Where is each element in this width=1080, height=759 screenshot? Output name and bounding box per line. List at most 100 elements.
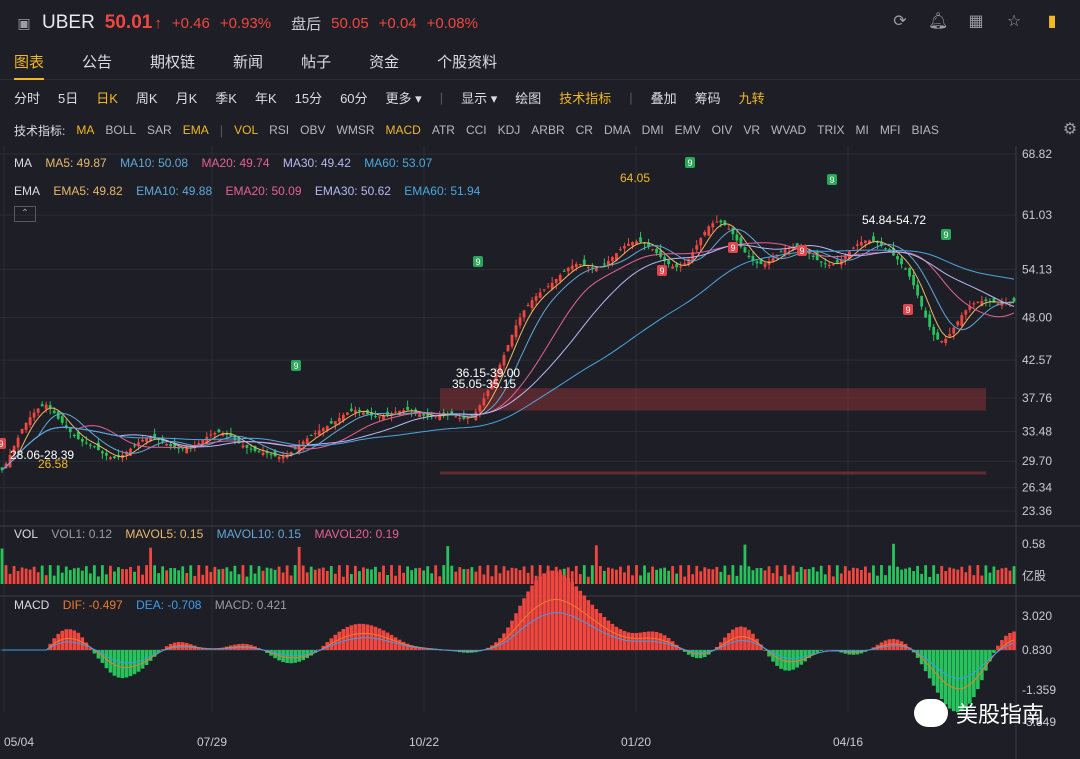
indicator-vol[interactable]: VOL: [234, 123, 258, 137]
tab-chart[interactable]: 图表: [14, 46, 45, 80]
volume-bar: [703, 567, 707, 584]
period-60min[interactable]: 60分: [340, 88, 367, 107]
period-quarterly[interactable]: 季K: [215, 88, 237, 107]
volume-bar: [679, 565, 683, 584]
grid-icon[interactable]: ▦: [966, 12, 986, 32]
indicator-macd[interactable]: MACD: [386, 123, 421, 137]
ma10-value: MA10: 50.08: [120, 156, 189, 170]
indicator-bias[interactable]: BIAS: [911, 123, 938, 137]
volume-bar: [847, 570, 851, 584]
star-icon[interactable]: ☆: [1004, 12, 1024, 32]
technical-indicators[interactable]: 技术指标: [559, 88, 611, 107]
indicator-ema[interactable]: EMA: [183, 123, 209, 137]
indicator-cr[interactable]: CR: [576, 123, 593, 137]
volume-bar: [619, 566, 622, 584]
collapse-legend-button[interactable]: ⌃: [14, 206, 36, 222]
refresh-icon[interactable]: ⟳: [890, 12, 910, 32]
candle-body: [141, 440, 144, 442]
tab-profile[interactable]: 个股资料: [437, 46, 497, 80]
panel-toggle-icon[interactable]: ▮: [1042, 12, 1062, 32]
td-sequential-label: 9: [293, 361, 298, 371]
candle-body: [245, 444, 249, 448]
candle-body: [60, 416, 64, 423]
volume-bar: [996, 569, 1000, 584]
indicator-boll[interactable]: BOLL: [105, 123, 136, 137]
volume-bar: [333, 573, 337, 584]
volume-bar: [928, 576, 932, 584]
tab-funds[interactable]: 资金: [369, 46, 399, 80]
candle-body: [763, 263, 767, 267]
candlestick-chart[interactable]: 68.82 61.03 54.13 48.00 42.57 37.76 33.48 29.70…: [0, 146, 1080, 759]
volume-bar: [598, 566, 602, 584]
indicator-dma[interactable]: DMA: [604, 123, 631, 137]
indicator-kdj[interactable]: KDJ: [498, 123, 521, 137]
period-yearly[interactable]: 年K: [255, 88, 277, 107]
td-sequential-tool[interactable]: 九转: [739, 88, 765, 107]
volume-bar: [522, 566, 526, 584]
indicator-emv[interactable]: EMV: [675, 123, 701, 137]
volume-bar: [695, 565, 699, 584]
draw-tool[interactable]: 绘图: [515, 88, 541, 107]
display-menu[interactable]: 显示 ▾: [461, 88, 497, 107]
bell-icon[interactable]: 🔔︎: [928, 12, 948, 32]
indicator-wvad[interactable]: WVAD: [771, 123, 806, 137]
period-weekly[interactable]: 周K: [136, 88, 158, 107]
candle-body: [619, 249, 622, 251]
indicator-dmi[interactable]: DMI: [642, 123, 664, 137]
indicator-obv[interactable]: OBV: [300, 123, 325, 137]
candle-body: [337, 418, 341, 422]
candle-body: [855, 244, 859, 246]
candle-body: [719, 220, 723, 223]
period-daily[interactable]: 日K: [96, 88, 118, 107]
indicator-trix[interactable]: TRIX: [817, 123, 844, 137]
overlay-tool[interactable]: 叠加: [651, 88, 677, 107]
price-tick-label: 54.13: [1022, 262, 1052, 276]
volume-bar: [831, 576, 835, 584]
indicator-arbr[interactable]: ARBR: [531, 123, 564, 137]
settings-icon[interactable]: ⚙: [1060, 120, 1080, 140]
candle-body: [28, 417, 32, 425]
volume-bar: [273, 569, 277, 584]
td-sequential-label: 9: [475, 257, 480, 267]
macd-histogram-bar: [747, 629, 751, 650]
volume-bar: [117, 567, 120, 584]
indicator-rsi[interactable]: RSI: [269, 123, 289, 137]
indicator-wmsr[interactable]: WMSR: [337, 123, 375, 137]
indicator-oiv[interactable]: OIV: [712, 123, 733, 137]
tab-posts[interactable]: 帖子: [301, 46, 331, 80]
chips-tool[interactable]: 筹码: [695, 88, 721, 107]
volume-bar: [623, 572, 626, 584]
candle-body: [639, 237, 642, 243]
candle-body: [466, 418, 470, 420]
period-more[interactable]: 更多 ▾: [386, 88, 422, 107]
indicator-atr[interactable]: ATR: [432, 123, 455, 137]
volume-bar: [430, 573, 434, 584]
tab-options-chain[interactable]: 期权链: [150, 46, 195, 80]
indicator-mi[interactable]: MI: [855, 123, 868, 137]
candle-body: [506, 344, 510, 352]
volume-bar: [1004, 567, 1008, 584]
period-monthly[interactable]: 月K: [176, 88, 198, 107]
candle-body: [353, 410, 357, 413]
macd-histogram-bar: [60, 630, 65, 650]
period-5day[interactable]: 5日: [58, 88, 78, 107]
volume-bar: [173, 568, 177, 584]
volume-bar: [635, 565, 638, 584]
indicator-ma[interactable]: MA: [76, 123, 94, 137]
macd-histogram-bar: [510, 620, 514, 650]
tab-news[interactable]: 新闻: [233, 46, 263, 80]
layout-icon[interactable]: ▣: [14, 13, 34, 33]
volume-bar: [141, 574, 144, 584]
candle-body: [137, 442, 140, 445]
indicator-cci[interactable]: CCI: [466, 123, 487, 137]
volume-bar: [502, 566, 506, 584]
period-intraday[interactable]: 分时: [14, 88, 40, 107]
volume-bar: [526, 572, 530, 584]
volume-bar: [289, 575, 293, 584]
candle-body: [627, 243, 630, 246]
indicator-mfi[interactable]: MFI: [880, 123, 901, 137]
indicator-vr[interactable]: VR: [743, 123, 760, 137]
indicator-sar[interactable]: SAR: [147, 123, 172, 137]
tab-announcements[interactable]: 公告: [82, 46, 112, 80]
period-15min[interactable]: 15分: [295, 88, 322, 107]
